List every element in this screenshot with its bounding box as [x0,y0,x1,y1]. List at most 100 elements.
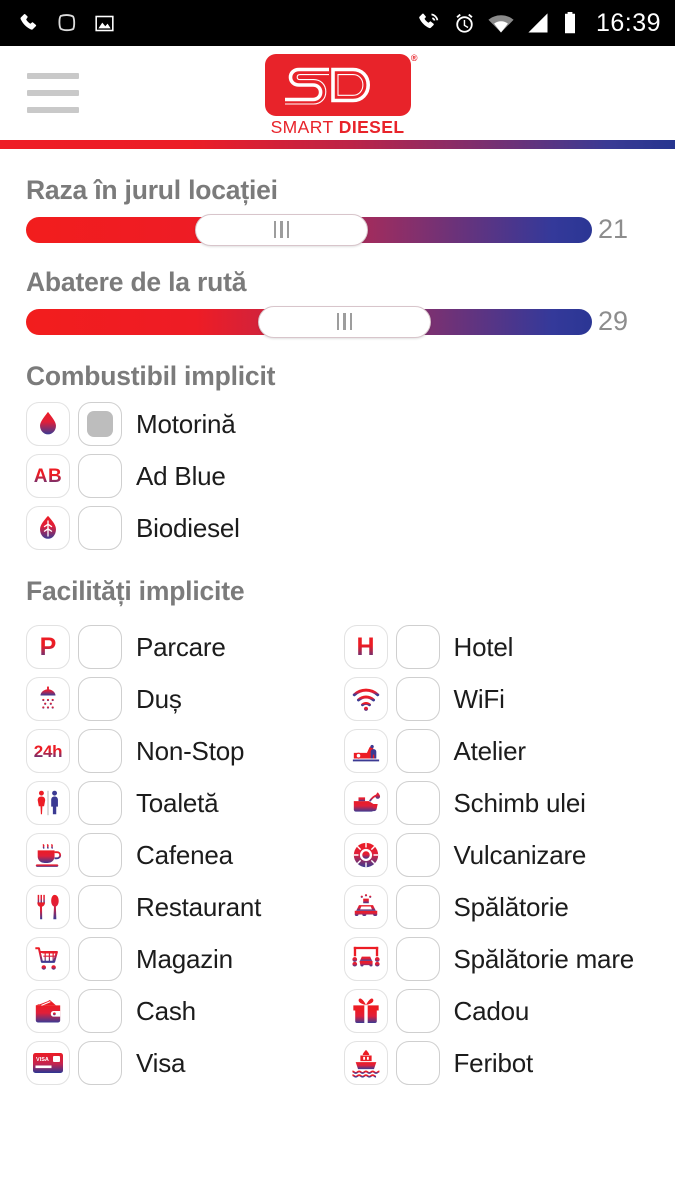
slider-radius-title: Raza în jurul locației [26,175,278,205]
facility-checkbox[interactable] [78,781,122,825]
facility-row[interactable]: Duș [26,673,338,725]
fuel-option-label: Ad Blue [136,460,226,491]
facility-label: Cash [136,995,196,1026]
workshop-icon [343,729,388,773]
facility-checkbox[interactable] [395,781,440,825]
facility-label: Non-Stop [136,735,245,766]
logo-sd-monogram [284,67,370,105]
fuel-option-list: Motorină AB Ad Blue Biodiesel [26,398,649,554]
registered-mark: ® [410,53,418,63]
facility-checkbox[interactable] [395,729,440,773]
slider-radius-thumb[interactable] [194,213,368,246]
facility-checkbox[interactable] [395,625,440,669]
facility-row[interactable]: H Hotel [343,621,650,673]
tire-service-icon [343,833,388,877]
facility-checkbox[interactable] [395,677,440,721]
facility-label: Vulcanizare [453,839,587,870]
non-stop-24h-icon: 24h [26,729,70,773]
svg-text:VISA: VISA [36,1057,49,1063]
fuel-option-row[interactable]: Motorină [26,398,649,450]
facility-row[interactable]: Atelier [343,725,650,777]
app-bar: ® SMART DIESEL [0,46,675,140]
facilities-section: Facilități implicite P Parcare Duș 24h Non-S… [26,576,649,1089]
facility-row[interactable]: Spălătorie mare [343,933,650,985]
facility-row[interactable]: Cadou [343,985,650,1037]
facilities-left-column: P Parcare Duș 24h Non-Stop Toaletă Cafenea Rest… [26,621,338,1089]
gift-icon [343,989,388,1033]
shopping-cart-icon [26,937,70,981]
slider-deviation-block: Abatere de la rută 29 [26,267,649,338]
ad-blue-icon: AB [26,454,70,498]
facility-row[interactable]: Spălătorie [343,881,650,933]
alarm-clock-icon [456,13,473,33]
facility-checkbox[interactable] [78,1041,122,1085]
fuel-option-checkbox[interactable] [78,506,122,550]
slider-radius-track[interactable] [26,213,592,246]
hotel-icon: H [343,625,388,669]
facilities-section-title: Facilități implicite [26,576,245,606]
facility-checkbox[interactable] [78,729,122,773]
hamburger-bar [27,90,79,96]
hamburger-bar [27,73,79,79]
facility-checkbox[interactable] [395,937,440,981]
slider-deviation-track[interactable] [26,305,592,338]
facility-label: Parcare [136,631,226,662]
facility-checkbox[interactable] [395,989,440,1033]
facility-checkbox[interactable] [78,677,122,721]
fuel-section: Combustibil implicit Motorină AB Ad Blue Bi… [26,361,649,554]
slider-deviation-title: Abatere de la rută [26,267,247,297]
facility-label: Restaurant [136,891,262,922]
facility-checkbox[interactable] [395,833,440,877]
facility-row[interactable]: Restaurant [26,881,338,933]
facility-label: Cafenea [136,839,233,870]
facility-checkbox[interactable] [395,885,440,929]
wifi-icon [343,677,388,721]
phone-icon [20,14,37,30]
fuel-option-row[interactable]: Biodiesel [26,502,649,554]
facility-row[interactable]: P Parcare [26,621,338,673]
slider-radius-value: 21 [598,214,629,244]
parking-icon: P [26,625,70,669]
facility-row[interactable]: Vulcanizare [343,829,650,881]
hamburger-menu-icon[interactable] [27,73,79,113]
facility-row[interactable]: Cash [26,985,338,1037]
gradient-divider [0,140,675,149]
facility-label: Magazin [136,943,233,974]
facility-checkbox[interactable] [78,625,122,669]
settings-content: Raza în jurul locației 21 Abatere de la … [0,175,675,1089]
facility-label: Cadou [453,995,530,1026]
truck-wash-icon [343,937,388,981]
facility-row[interactable]: 24h Non-Stop [26,725,338,777]
facility-label: Toaletă [136,787,219,818]
facility-row[interactable]: Cafenea [26,829,338,881]
car-wash-icon [343,885,388,929]
facility-label: Atelier [453,735,526,766]
facility-row[interactable]: Toaletă [26,777,338,829]
fuel-drop-icon [26,402,70,446]
facility-row[interactable]: Feribot [343,1037,650,1089]
fuel-option-checkbox[interactable] [78,402,122,446]
hamburger-bar [27,107,79,113]
fuel-option-label: Motorină [136,408,236,439]
facility-checkbox[interactable] [78,937,122,981]
facility-row[interactable]: Schimb ulei [343,777,650,829]
facility-row[interactable]: Magazin [26,933,338,985]
facility-row[interactable]: VISA Visa [26,1037,338,1089]
facility-checkbox[interactable] [395,1041,440,1085]
facility-checkbox[interactable] [78,989,122,1033]
fuel-option-row[interactable]: AB Ad Blue [26,450,649,502]
facility-row[interactable]: WiFi [343,673,650,725]
facility-checkbox[interactable] [78,885,122,929]
facility-label: Visa [136,1047,186,1078]
signal-icon [528,13,548,33]
wallet-cash-icon [26,989,70,1033]
phone-call-waves-icon [419,13,439,29]
slider-deviation-thumb[interactable] [258,305,432,338]
oil-change-icon [343,781,388,825]
image-icon [95,15,114,31]
slider-deviation-value: 29 [598,306,629,336]
slider-grip-icon [336,313,353,330]
facility-checkbox[interactable] [78,833,122,877]
fuel-option-checkbox[interactable] [78,454,122,498]
app-logo: ® SMART DIESEL [264,53,418,137]
